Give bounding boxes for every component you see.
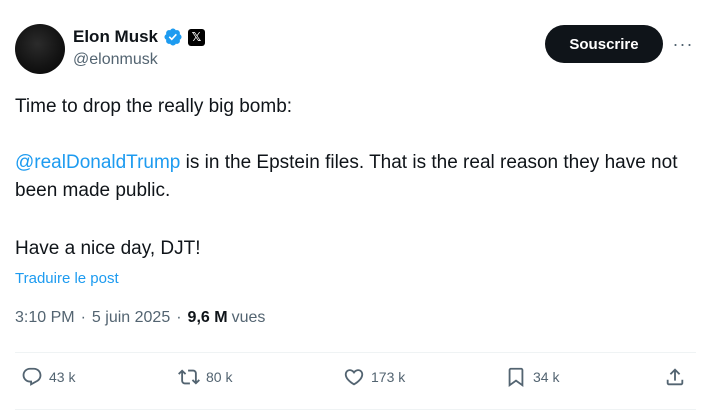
author-name-row: Elon Musk 𝕏 <box>73 27 206 47</box>
retweet-count: 80 k <box>206 369 233 385</box>
tweet-text-line1: Time to drop the really big bomb: <box>15 96 293 117</box>
action-bar: 43 k 80 k 173 k 34 k <box>0 366 712 396</box>
tweet-date[interactable]: 5 juin 2025 <box>92 309 170 327</box>
verified-badge-icon[interactable] <box>163 27 183 47</box>
tweet-meta: 3:10 PM · 5 juin 2025 · 9,6 M vues <box>15 309 265 327</box>
meta-separator: · <box>176 309 182 326</box>
reply-button[interactable]: 43 k <box>21 366 75 388</box>
like-button[interactable]: 173 k <box>343 366 405 388</box>
divider <box>15 352 696 353</box>
views-label: vues <box>231 309 266 326</box>
author-handle[interactable]: @elonmusk <box>73 51 158 69</box>
tweet-text-paragraph3: Have a nice day, DJT! <box>15 238 201 259</box>
translate-post-link[interactable]: Traduire le post <box>15 270 119 287</box>
more-icon[interactable]: ··· <box>670 32 696 56</box>
retweet-icon <box>178 369 200 385</box>
bookmark-button[interactable]: 34 k <box>505 366 559 388</box>
share-button[interactable] <box>664 366 686 388</box>
x-logo-icon: 𝕏 <box>188 28 206 46</box>
like-icon <box>344 369 364 386</box>
subscribe-button[interactable]: Souscrire <box>545 25 663 63</box>
display-name[interactable]: Elon Musk <box>73 27 158 47</box>
views-count: 9,6 M <box>187 309 228 326</box>
tweet-text-paragraph2: @realDonaldTrump is in the Epstein files… <box>15 149 695 205</box>
avatar[interactable] <box>15 24 65 74</box>
reply-count: 43 k <box>49 369 76 385</box>
bookmark-icon <box>508 367 524 388</box>
like-count: 173 k <box>371 369 406 385</box>
retweet-button[interactable]: 80 k <box>178 366 232 388</box>
bookmark-count: 34 k <box>533 369 560 385</box>
tweet-time[interactable]: 3:10 PM <box>15 309 75 327</box>
meta-separator: · <box>80 309 86 326</box>
share-icon <box>666 368 684 386</box>
mention-link[interactable]: @realDonaldTrump <box>15 152 180 173</box>
reply-icon <box>22 367 42 386</box>
tweet-card: Elon Musk 𝕏 @elonmusk Souscrire ··· Time… <box>0 0 712 410</box>
